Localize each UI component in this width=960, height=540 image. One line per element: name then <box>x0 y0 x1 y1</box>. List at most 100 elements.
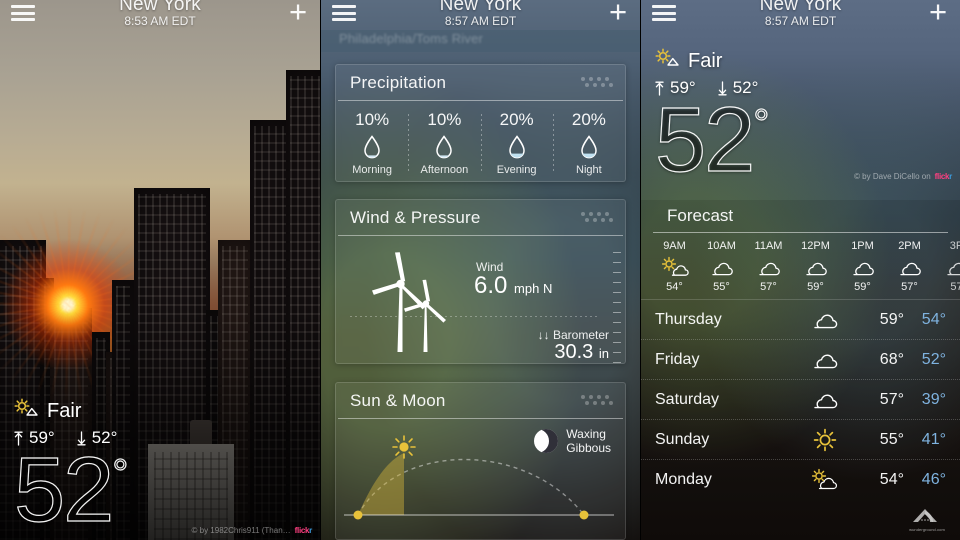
table-row[interactable]: Thursday 59° 54° <box>641 300 960 340</box>
cloud-icon <box>933 255 960 279</box>
rain-dots-icon <box>581 395 613 409</box>
sun-behind-cloud-icon <box>655 48 681 74</box>
hour-cell[interactable]: 1PM 59° <box>839 240 886 293</box>
sun-moon-card[interactable]: Sun & Moon Waxing Gibbous <box>335 382 626 540</box>
precip-label: Evening <box>496 164 537 176</box>
hour-temp: 59° <box>854 281 871 293</box>
hour-temp: 55° <box>713 281 730 293</box>
hour-cell[interactable]: 12PM 59° <box>792 240 839 293</box>
precip-label: Night <box>576 164 602 176</box>
day-high: 55° <box>879 430 904 448</box>
hour-cell[interactable]: 10AM 55° <box>698 240 745 293</box>
day-name: Thursday <box>655 310 722 328</box>
wind-divider <box>350 316 599 317</box>
local-time: 8:53 AM EDT <box>124 14 196 28</box>
barometer-number: 30.3 <box>554 341 594 363</box>
wind-units: mph N <box>514 281 553 296</box>
day-low: 46° <box>921 471 946 488</box>
wind-pressure-body: Wind 6.0 mph N ↓↓ Barometer 30.3 in <box>336 236 625 363</box>
sun-behind-cloud-icon <box>788 468 862 492</box>
wunderground-logo-icon[interactable]: wunderground.com <box>904 506 950 534</box>
current-temp-value: 52 <box>654 89 756 191</box>
panel-current-photo: New York 8:53 AM EDT + Fair 59° 52° 52 °… <box>0 0 320 540</box>
day-high: 59° <box>879 310 904 328</box>
wind-value: 6.0 mph N <box>474 272 552 300</box>
table-row[interactable]: Saturday 57° 39° <box>641 380 960 420</box>
hour-temp: 57 <box>950 281 960 293</box>
degree-symbol: ° <box>753 102 770 146</box>
photo-credit-text: © by 1982Chris911 (Than… <box>191 526 291 535</box>
hour-time: 12PM <box>801 240 830 252</box>
current-temperature: 52 ° <box>13 439 129 540</box>
sun-moon-body: Waxing Gibbous <box>336 419 625 539</box>
rain-dots-icon <box>581 212 613 226</box>
precip-percent: 20% <box>499 110 534 129</box>
hour-cell[interactable]: 11AM 57° <box>745 240 792 293</box>
precip-label: Morning <box>352 164 392 176</box>
day-name: Monday <box>655 471 712 488</box>
panel-header-left: New York 8:53 AM EDT + <box>0 0 320 38</box>
photo-credit-text: © by Dave DiCello on <box>854 172 931 181</box>
water-drop-icon <box>507 135 527 161</box>
precip-column: 20% Night <box>552 110 625 176</box>
photo-credit-left: © by 1982Chris911 (Than… flickr <box>191 526 313 535</box>
sun-icon <box>392 435 416 459</box>
app-screenshot: New York 8:53 AM EDT + Fair 59° 52° 52 °… <box>0 0 960 540</box>
provider-name: wunderground.com <box>909 527 945 532</box>
precip-percent: 20% <box>571 110 606 129</box>
precip-label: Afternoon <box>420 164 469 176</box>
current-temperature: 52 ° <box>654 89 770 191</box>
water-drop-icon <box>434 135 454 161</box>
condition-text: Fair <box>47 399 82 422</box>
precip-column: 10% Morning <box>336 110 408 176</box>
current-temp-value: 52 <box>13 439 115 540</box>
day-low: 54° <box>921 310 946 328</box>
hour-cell[interactable]: 2PM 57° <box>886 240 933 293</box>
cloud-icon <box>839 255 886 279</box>
degree-symbol: ° <box>112 452 129 496</box>
table-row[interactable]: Monday 54° 46° <box>641 460 960 500</box>
plus-icon[interactable]: + <box>285 0 311 28</box>
condition-line: Fair <box>14 398 126 424</box>
hour-temp: 54° <box>666 281 683 293</box>
cloud-icon <box>788 389 862 411</box>
rain-dots-icon <box>581 77 613 91</box>
precipitation-card[interactable]: Precipitation 10% Morning 10% Afternoon … <box>335 64 626 182</box>
sun-icon <box>788 428 862 452</box>
forecast-section: Forecast 9AM 54° 10AM 55° 11AM 57° 12PM … <box>641 200 960 540</box>
flickr-logo: flickr <box>294 526 313 535</box>
photo-credit-right: © by Dave DiCello on flickr <box>854 172 952 181</box>
hour-temp: 57° <box>760 281 777 293</box>
wind-turbine-icon <box>364 252 464 361</box>
panel-details: New York 8:57 AM EDT + Philadelphia/Toms… <box>320 0 640 540</box>
wind-pressure-card[interactable]: Wind & Pressure Wind 6.0 mph N ↓↓ Barome… <box>335 199 626 364</box>
barometer-units: in <box>598 346 609 361</box>
hour-cell[interactable]: 9AM 54° <box>651 240 698 293</box>
hour-temp: 59° <box>807 281 824 293</box>
panel-header-middle: New York 8:57 AM EDT + <box>321 0 640 38</box>
local-time: 8:57 AM EDT <box>444 14 517 28</box>
precipitation-columns: 10% Morning 10% Afternoon 20% Evening 20… <box>336 101 625 181</box>
day-low: 41° <box>921 430 946 448</box>
daily-forecast-list: Thursday 59° 54° Friday 68° 52° Saturday… <box>641 299 960 500</box>
barometer-value: 30.3 in <box>554 341 609 363</box>
barometer-label-row: ↓↓ Barometer <box>538 328 609 342</box>
day-name: Sunday <box>655 430 710 448</box>
barometer-label: Barometer <box>552 328 609 342</box>
current-conditions-right: Fair 59° 52° 52 ° <box>654 48 770 191</box>
plus-icon[interactable]: + <box>605 0 631 28</box>
panel-header-right: New York 8:57 AM EDT + <box>641 0 960 38</box>
precip-column: 10% Afternoon <box>408 110 480 176</box>
plus-icon[interactable]: + <box>925 0 951 28</box>
hour-cell[interactable]: 3P 57 <box>933 240 960 293</box>
table-row[interactable]: Friday 68° 52° <box>641 340 960 380</box>
cloud-icon <box>698 255 745 279</box>
water-drop-icon <box>362 135 382 161</box>
sun-behind-cloud-icon <box>14 398 40 424</box>
hourly-forecast-strip[interactable]: 9AM 54° 10AM 55° 11AM 57° 12PM 59° 1PM 5… <box>641 233 960 299</box>
table-row[interactable]: Sunday 55° 41° <box>641 420 960 460</box>
double-down-arrow-icon: ↓↓ <box>537 328 550 342</box>
precip-percent: 10% <box>355 110 390 129</box>
cloud-icon <box>886 255 933 279</box>
condition-line: Fair <box>655 48 767 74</box>
